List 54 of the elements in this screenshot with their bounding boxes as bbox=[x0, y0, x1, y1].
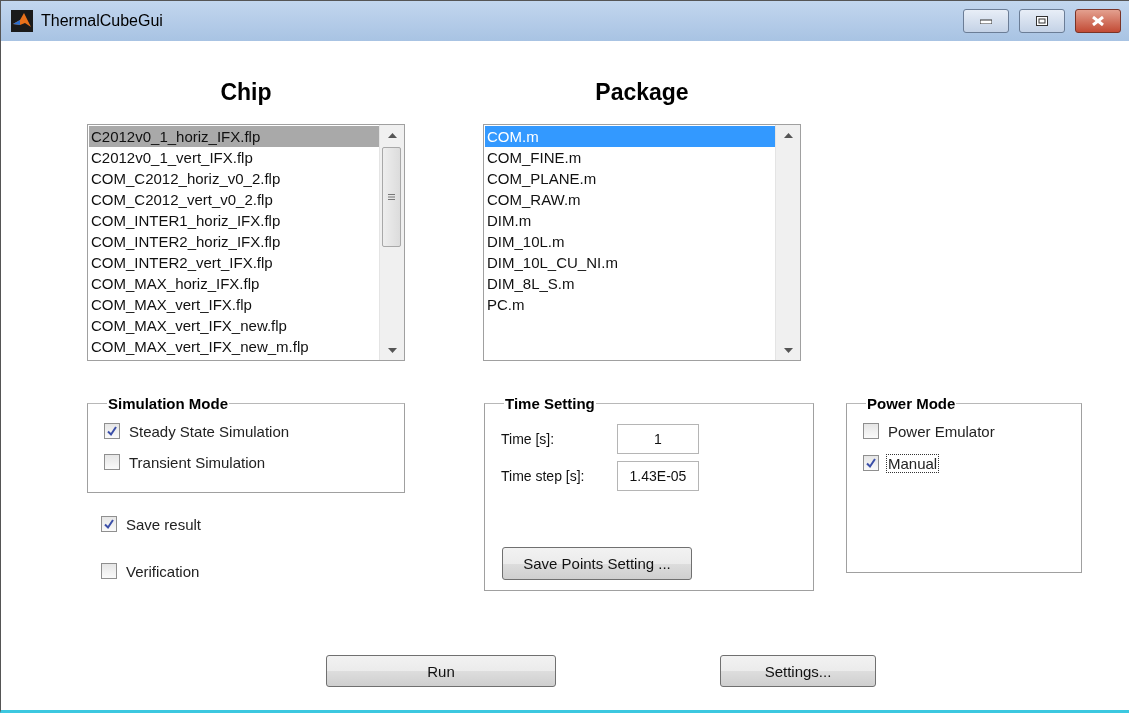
list-item[interactable]: COM_MAX_horiz_IFX.flp bbox=[89, 273, 379, 294]
list-item[interactable]: C2012v0_1_vert_IFX.flp bbox=[89, 147, 379, 168]
checkbox-label: Transient Simulation bbox=[128, 453, 267, 471]
list-box[interactable] bbox=[87, 124, 405, 361]
checkbox[interactable] bbox=[101, 563, 117, 579]
group-title: Time Setting bbox=[504, 395, 596, 412]
minimize-icon bbox=[980, 18, 992, 24]
window-title: ThermalCubeGui bbox=[41, 12, 164, 30]
app-logo-icon bbox=[11, 10, 33, 32]
checkbox-label: Steady State Simulation bbox=[128, 422, 291, 440]
list-box[interactable]: COM.m COM_FINE.m COM_PLANE.m COM_RAW.m DIM.m DIM_10L.m DIM_10L_CU_NI.m DIM_8L_S.m PC.m bbox=[483, 124, 801, 361]
field-label: Time step [s]: bbox=[501, 467, 586, 484]
checkbox-label: Power Emulator bbox=[887, 422, 996, 440]
checkbox[interactable] bbox=[863, 455, 879, 471]
list-item[interactable]: COM_INTER1_horiz_IFX.flp bbox=[89, 210, 379, 231]
list-item[interactable]: DIM_10L.m bbox=[485, 231, 775, 252]
list-item[interactable]: COM_PLANE.m bbox=[485, 168, 775, 189]
group-title: Power Mode bbox=[866, 395, 957, 412]
input-field[interactable]: 1.43E-05 bbox=[617, 460, 699, 491]
field-label: Time [s]: bbox=[501, 430, 556, 447]
checkbox-label: Save result bbox=[125, 515, 203, 533]
list-item[interactable]: COM_C2012_vert_v0_2.flp bbox=[89, 189, 379, 210]
checkbox[interactable] bbox=[104, 423, 120, 439]
close-icon bbox=[1092, 16, 1104, 26]
minimize-button[interactable] bbox=[963, 9, 1009, 33]
settings-button[interactable]: Settings... bbox=[720, 655, 876, 687]
checkbox-label: Verification bbox=[125, 562, 201, 580]
list-item[interactable]: COM_MAX_vert_IFX_new_m.flp bbox=[89, 336, 379, 357]
checkbox[interactable] bbox=[104, 454, 120, 470]
checkbox[interactable] bbox=[863, 423, 879, 439]
list-item[interactable]: PC.m bbox=[485, 294, 775, 315]
list-item[interactable]: COM_C2012_horiz_v0_2.flp bbox=[89, 168, 379, 189]
list-heading: Package bbox=[595, 79, 689, 106]
list-heading: Chip bbox=[220, 79, 272, 106]
checkbox[interactable] bbox=[101, 516, 117, 532]
group-title: Simulation Mode bbox=[107, 395, 229, 412]
maximize-icon bbox=[1036, 16, 1048, 26]
checkbox-label: Manual bbox=[887, 454, 939, 472]
list-item[interactable]: COM_MAX_vert_IFX_new.flp bbox=[89, 315, 379, 336]
list-item[interactable]: COM_RAW.m bbox=[485, 189, 775, 210]
list-item[interactable]: C2012v0_1_horiz_IFX.flp bbox=[89, 126, 379, 147]
save-points-button[interactable]: Save Points Setting ... bbox=[502, 547, 692, 580]
maximize-button[interactable] bbox=[1019, 9, 1065, 33]
run-button[interactable]: Run bbox=[326, 655, 556, 687]
close-button[interactable] bbox=[1075, 9, 1121, 33]
input-field[interactable]: 1 bbox=[617, 423, 699, 454]
list-item[interactable]: COM_FINE.m bbox=[485, 147, 775, 168]
list-item[interactable]: COM_INTER2_horiz_IFX.flp bbox=[89, 231, 379, 252]
list-item[interactable]: COM_MAX_vert_IFX.flp bbox=[89, 294, 379, 315]
list-item[interactable]: DIM.m bbox=[485, 210, 775, 231]
list-item[interactable]: DIM_10L_CU_NI.m bbox=[485, 252, 775, 273]
list-item[interactable]: DIM_8L_S.m bbox=[485, 273, 775, 294]
list-item[interactable]: COM_INTER2_vert_IFX.flp bbox=[89, 252, 379, 273]
scroll-thumb[interactable] bbox=[382, 147, 401, 247]
